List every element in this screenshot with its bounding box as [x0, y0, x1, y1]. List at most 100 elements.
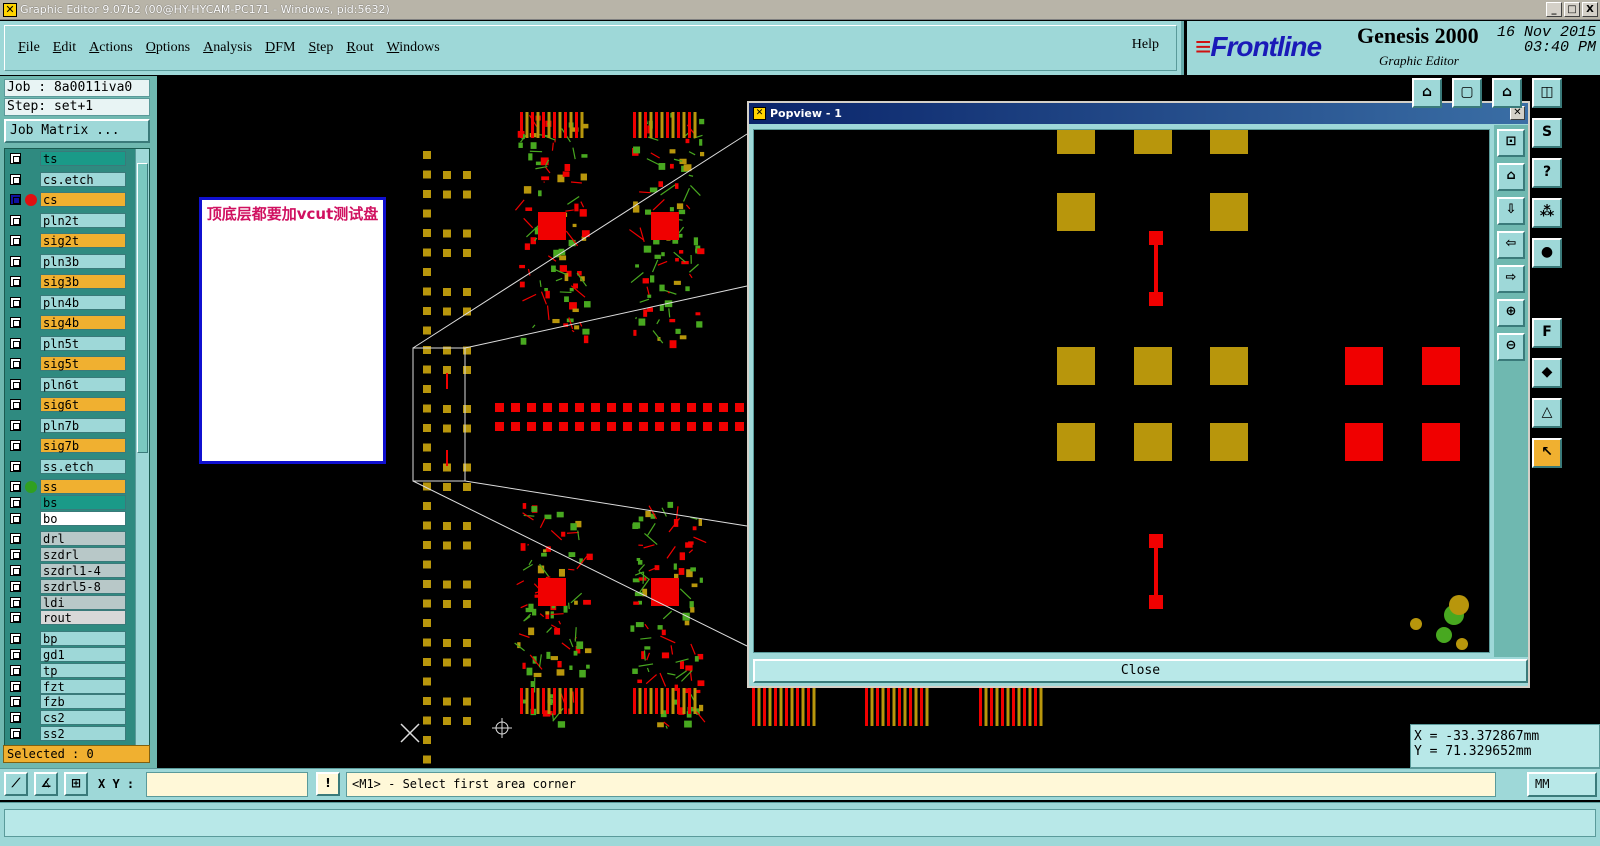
layer-checkbox[interactable]: [10, 440, 21, 451]
layer-row-fzb[interactable]: fzb: [7, 694, 135, 709]
layer-checkbox[interactable]: [10, 549, 21, 560]
layer-row-fzt[interactable]: fzt: [7, 679, 135, 694]
maximize-button[interactable]: □: [1564, 2, 1580, 17]
close-window-button[interactable]: X: [1582, 2, 1598, 17]
layer-checkbox[interactable]: [10, 581, 21, 592]
select-icon[interactable]: ↖: [1532, 438, 1562, 468]
layer-checkbox[interactable]: [10, 256, 21, 267]
angle-tool-icon[interactable]: ∡: [34, 772, 58, 796]
layer-row-cs2[interactable]: cs2: [7, 710, 135, 725]
layer-checkbox[interactable]: [10, 358, 21, 369]
help-menu[interactable]: Help: [1132, 37, 1159, 53]
menu-windows[interactable]: Windows: [387, 40, 440, 56]
layer-row-drl[interactable]: drl: [7, 531, 135, 546]
layer-row-sig7b[interactable]: sig7b: [7, 438, 135, 453]
layer-checkbox[interactable]: [10, 338, 21, 349]
menu-file[interactable]: File: [18, 40, 40, 56]
layer-row-tp[interactable]: tp: [7, 663, 135, 678]
layer-row-cs.etch[interactable]: cs.etch: [7, 172, 135, 187]
layer-row-bo[interactable]: bo: [7, 511, 135, 526]
layer-row-gd1[interactable]: gd1: [7, 647, 135, 662]
home-icon[interactable]: ⌂: [1412, 78, 1442, 108]
frontline-tool-icon[interactable]: F: [1532, 318, 1562, 348]
layer-row-rout[interactable]: rout: [7, 610, 135, 625]
layers-icon[interactable]: ⁂: [1532, 198, 1562, 228]
layer-row-sig4b[interactable]: sig4b: [7, 315, 135, 330]
menu-step[interactable]: Step: [308, 40, 333, 56]
record-icon[interactable]: ●: [1532, 238, 1562, 268]
menu-edit[interactable]: Edit: [53, 40, 76, 56]
layer-checkbox[interactable]: [10, 565, 21, 576]
layer-checkbox[interactable]: [10, 712, 21, 723]
layer-row-szdrl[interactable]: szdrl: [7, 547, 135, 562]
layer-checkbox[interactable]: [10, 597, 21, 608]
layer-checkbox[interactable]: [10, 696, 21, 707]
layer-checkbox[interactable]: [10, 649, 21, 660]
layer-row-sig5t[interactable]: sig5t: [7, 356, 135, 371]
layer-row-pln7b[interactable]: pln7b: [7, 418, 135, 433]
layer-row-cs[interactable]: cs: [7, 192, 135, 207]
layout-icon[interactable]: ◫: [1532, 78, 1562, 108]
layer-checkbox[interactable]: [10, 681, 21, 692]
layer-row-pln6t[interactable]: pln6t: [7, 377, 135, 392]
layer-checkbox[interactable]: [10, 420, 21, 431]
tool-icon[interactable]: ⌂: [1492, 78, 1522, 108]
menu-actions[interactable]: Actions: [89, 40, 133, 56]
layer-checkbox[interactable]: [10, 194, 21, 205]
layer-row-ss2[interactable]: ss2: [7, 726, 135, 741]
layer-row-ss.etch[interactable]: ss.etch: [7, 459, 135, 474]
layer-checkbox[interactable]: [10, 533, 21, 544]
layer-row-pln3b[interactable]: pln3b: [7, 254, 135, 269]
layer-checkbox[interactable]: [10, 317, 21, 328]
layer-row-szdrl5-8[interactable]: szdrl5-8: [7, 579, 135, 594]
layer-name: ss2: [40, 726, 126, 741]
popview-canvas[interactable]: [753, 129, 1490, 653]
window-icon[interactable]: ▢: [1452, 78, 1482, 108]
layer-row-ts[interactable]: ts: [7, 151, 135, 166]
layer-checkbox[interactable]: [10, 153, 21, 164]
layer-checkbox[interactable]: [10, 513, 21, 524]
layer-row-ldi[interactable]: ldi: [7, 595, 135, 610]
grid-tool-icon[interactable]: ⊞: [64, 772, 88, 796]
layer-row-sig3b[interactable]: sig3b: [7, 274, 135, 289]
query-icon[interactable]: ?: [1532, 158, 1562, 188]
layer-row-szdrl1-4[interactable]: szdrl1-4: [7, 563, 135, 578]
shapes-icon[interactable]: ◆: [1532, 358, 1562, 388]
layer-checkbox[interactable]: [10, 399, 21, 410]
layer-list-scrollbar[interactable]: [135, 149, 149, 753]
layer-checkbox[interactable]: [10, 461, 21, 472]
layer-checkbox[interactable]: [10, 276, 21, 287]
menu-analysis[interactable]: Analysis: [203, 40, 252, 56]
layer-checkbox[interactable]: [10, 174, 21, 185]
job-matrix-button[interactable]: Job Matrix ...: [4, 119, 150, 143]
layer-checkbox[interactable]: [10, 665, 21, 676]
menu-dfm[interactable]: DFM: [265, 40, 295, 56]
layer-row-pln5t[interactable]: pln5t: [7, 336, 135, 351]
layer-checkbox[interactable]: [10, 481, 21, 492]
snap-icon[interactable]: S: [1532, 118, 1562, 148]
layer-checkbox[interactable]: [10, 235, 21, 246]
layer-checkbox[interactable]: [10, 379, 21, 390]
layer-row-bs[interactable]: bs: [7, 495, 135, 510]
alert-icon[interactable]: !: [316, 772, 340, 796]
menu-options[interactable]: Options: [146, 40, 190, 56]
menu-rout[interactable]: Rout: [346, 40, 373, 56]
layer-checkbox[interactable]: [10, 728, 21, 739]
product-name: Genesis 2000: [1357, 23, 1479, 49]
measure-icon[interactable]: △: [1532, 398, 1562, 428]
layer-row-pln4b[interactable]: pln4b: [7, 295, 135, 310]
line-tool-icon[interactable]: ⟋: [4, 772, 28, 796]
units-select[interactable]: MM: [1527, 772, 1597, 797]
layer-checkbox[interactable]: [10, 497, 21, 508]
layer-row-sig6t[interactable]: sig6t: [7, 397, 135, 412]
layer-checkbox[interactable]: [10, 215, 21, 226]
layer-row-ss[interactable]: ss: [7, 479, 135, 494]
layer-checkbox[interactable]: [10, 612, 21, 623]
minimize-button[interactable]: _: [1546, 2, 1562, 17]
layer-row-pln2t[interactable]: pln2t: [7, 213, 135, 228]
layer-row-sig2t[interactable]: sig2t: [7, 233, 135, 248]
layer-checkbox[interactable]: [10, 633, 21, 644]
layer-checkbox[interactable]: [10, 297, 21, 308]
xy-input[interactable]: [146, 772, 308, 797]
layer-row-bp[interactable]: bp: [7, 631, 135, 646]
